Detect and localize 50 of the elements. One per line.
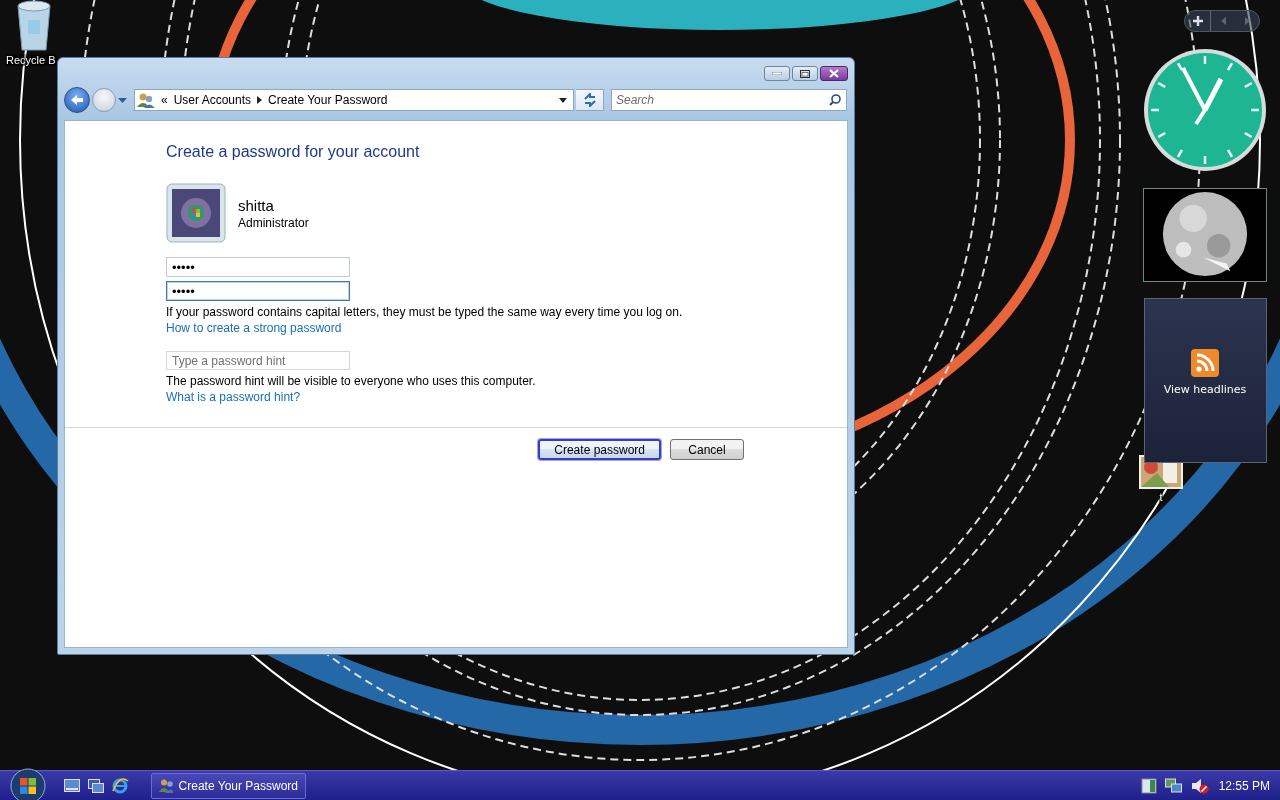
refresh-button[interactable] <box>576 89 604 111</box>
breadcrumb-overflow[interactable]: « <box>161 93 168 107</box>
right-arrow-icon <box>1244 17 1250 25</box>
caret-icon[interactable] <box>559 97 567 103</box>
view-headlines-link[interactable]: View headlines <box>1163 383 1247 396</box>
page-heading: Create a password for your account <box>166 143 420 161</box>
taskbar-clock[interactable]: 12:55 PM <box>1218 778 1270 793</box>
help-link[interactable]: What is a password hint? <box>166 390 301 404</box>
windows-orb-icon <box>10 767 46 800</box>
capitals-note: If your password contains capital letters, they must be typed the same way every time you log on. <box>166 305 683 319</box>
caret-icon <box>118 97 127 103</box>
create-password-button[interactable]: Create password <box>538 439 661 460</box>
breadcrumb-item[interactable]: Create Your Password <box>268 93 388 107</box>
search-field[interactable]: Search <box>611 89 847 111</box>
speaker-muted-icon[interactable] <box>1190 777 1209 794</box>
network-icon[interactable] <box>1164 777 1183 794</box>
password-field[interactable]: ••••• <box>166 257 350 277</box>
close-icon <box>829 69 839 78</box>
user-name: shitta <box>238 197 275 214</box>
back-button[interactable] <box>64 87 90 113</box>
cancel-button[interactable]: Cancel <box>670 439 744 460</box>
show-desktop-icon[interactable] <box>64 778 80 793</box>
help-link[interactable]: How to create a strong password <box>166 321 342 335</box>
breadcrumb-item[interactable]: User Accounts <box>173 93 252 107</box>
users-icon <box>137 92 155 108</box>
sidebar-icon[interactable] <box>1140 777 1157 794</box>
clock-drawing[interactable] <box>1143 48 1267 172</box>
refresh-icon <box>582 93 597 107</box>
hint-field[interactable]: Type a password hint <box>166 351 350 370</box>
start-button[interactable] <box>10 767 46 800</box>
rss-icon[interactable] <box>1191 349 1219 377</box>
user-tile-icon <box>166 183 226 243</box>
browser-icon[interactable] <box>112 777 129 794</box>
hint-note: The password hint will be visible to everyone who uses this computer. <box>166 374 536 388</box>
users-icon <box>159 778 173 793</box>
left-arrow-icon <box>1220 17 1226 25</box>
maximize-icon <box>800 69 810 78</box>
chevron-icon <box>257 96 263 104</box>
close-button[interactable] <box>820 66 848 81</box>
password-field[interactable]: ••••• <box>166 281 350 301</box>
recycle-bin-icon[interactable] <box>14 0 54 52</box>
search-icon <box>829 94 841 106</box>
address-bar[interactable]: « User Accounts Create Your Password <box>134 89 574 111</box>
account-type: Administrator <box>238 216 309 230</box>
maximize-button[interactable] <box>792 66 818 81</box>
switch-windows-icon[interactable] <box>88 778 104 793</box>
taskbar-button[interactable]: Create Your Password <box>151 772 306 799</box>
plus-icon <box>1192 16 1203 26</box>
minimize-icon <box>772 72 782 75</box>
back-arrow-icon <box>70 94 84 106</box>
